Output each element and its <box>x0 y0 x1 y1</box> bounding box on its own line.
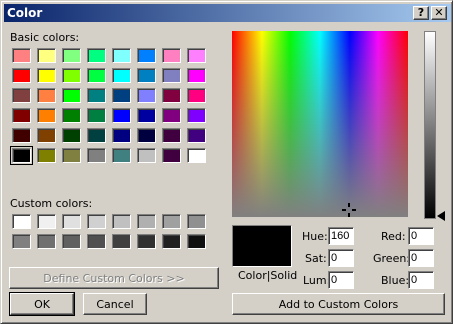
basic-color-swatch[interactable] <box>37 148 56 163</box>
basic-color-swatch[interactable] <box>187 128 206 143</box>
luminosity-slider[interactable] <box>424 31 436 219</box>
custom-color-swatch[interactable] <box>87 214 106 229</box>
basic-color-swatch[interactable] <box>162 88 181 103</box>
red-label: Red: <box>381 230 406 243</box>
basic-color-swatch[interactable] <box>37 88 56 103</box>
custom-color-swatch[interactable] <box>137 234 156 249</box>
custom-color-swatch[interactable] <box>112 214 131 229</box>
green-input[interactable]: 0 <box>408 249 434 267</box>
basic-color-swatch[interactable] <box>12 88 31 103</box>
basic-color-swatch[interactable] <box>62 108 81 123</box>
crosshair-icon <box>342 203 356 217</box>
custom-color-swatch[interactable] <box>187 234 206 249</box>
basic-color-swatch[interactable] <box>12 108 31 123</box>
custom-color-swatch[interactable] <box>37 214 56 229</box>
window-title: Color <box>7 6 43 20</box>
hue-label: Hue: <box>302 230 328 243</box>
basic-color-swatch[interactable] <box>162 108 181 123</box>
basic-color-swatch[interactable] <box>112 108 131 123</box>
basic-color-swatch[interactable] <box>87 48 106 63</box>
basic-color-swatch[interactable] <box>137 148 156 163</box>
add-to-custom-colors-button[interactable]: Add to Custom Colors <box>232 293 445 315</box>
basic-color-swatch[interactable] <box>162 68 181 83</box>
luminosity-arrow-icon[interactable] <box>437 211 445 221</box>
sat-label: Sat: <box>305 252 327 265</box>
basic-colors-label: Basic colors: <box>10 31 80 44</box>
basic-color-swatch[interactable] <box>162 128 181 143</box>
help-button[interactable]: ? <box>413 6 429 20</box>
lum-label: Lum: <box>303 274 331 287</box>
basic-color-swatch[interactable] <box>187 48 206 63</box>
green-label: Green: <box>373 252 411 265</box>
basic-color-swatch[interactable] <box>112 128 131 143</box>
basic-color-swatch[interactable] <box>87 148 106 163</box>
custom-color-swatch[interactable] <box>187 214 206 229</box>
blue-label: Blue: <box>381 274 410 287</box>
basic-color-swatch[interactable] <box>112 48 131 63</box>
title-bar[interactable]: Color ? ✕ <box>4 4 451 22</box>
basic-color-swatch[interactable] <box>87 128 106 143</box>
basic-color-swatch[interactable] <box>112 88 131 103</box>
basic-color-swatch[interactable] <box>62 48 81 63</box>
basic-color-swatch[interactable] <box>87 108 106 123</box>
basic-color-swatch[interactable] <box>187 68 206 83</box>
basic-color-swatch[interactable] <box>137 68 156 83</box>
ok-button[interactable]: OK <box>9 292 75 316</box>
color-solid-label: Color|Solid <box>238 269 298 282</box>
basic-color-swatch[interactable] <box>87 68 106 83</box>
custom-color-swatch[interactable] <box>62 214 81 229</box>
color-spectrum[interactable] <box>232 31 408 217</box>
custom-color-swatch[interactable] <box>87 234 106 249</box>
basic-color-swatch[interactable] <box>37 108 56 123</box>
lum-input[interactable]: 0 <box>328 271 354 289</box>
cancel-button[interactable]: Cancel <box>83 293 147 315</box>
basic-color-swatch[interactable] <box>62 88 81 103</box>
basic-color-swatch[interactable] <box>12 68 31 83</box>
basic-color-swatch[interactable] <box>62 68 81 83</box>
basic-color-swatch[interactable] <box>187 88 206 103</box>
sat-input[interactable]: 0 <box>328 249 354 267</box>
basic-color-swatch[interactable] <box>137 108 156 123</box>
basic-color-swatch[interactable] <box>62 148 81 163</box>
custom-color-swatch[interactable] <box>162 214 181 229</box>
basic-colors-grid <box>10 48 206 165</box>
define-custom-colors-button[interactable]: Define Custom Colors >> <box>9 267 219 289</box>
custom-colors-label: Custom colors: <box>10 197 93 210</box>
basic-color-swatch[interactable] <box>12 48 31 63</box>
basic-color-swatch[interactable] <box>162 148 181 163</box>
basic-color-swatch[interactable] <box>37 128 56 143</box>
custom-color-swatch[interactable] <box>162 234 181 249</box>
color-preview <box>232 225 292 267</box>
blue-input[interactable]: 0 <box>408 271 434 289</box>
basic-color-swatch[interactable] <box>87 88 106 103</box>
hue-input[interactable]: 160 <box>328 227 354 245</box>
basic-color-swatch[interactable] <box>37 68 56 83</box>
custom-color-swatch[interactable] <box>137 214 156 229</box>
basic-color-swatch[interactable] <box>187 148 206 163</box>
red-input[interactable]: 0 <box>408 227 434 245</box>
basic-color-swatch[interactable] <box>162 48 181 63</box>
custom-color-swatch[interactable] <box>12 214 31 229</box>
custom-color-swatch[interactable] <box>37 234 56 249</box>
basic-color-swatch[interactable] <box>12 128 31 143</box>
custom-colors-grid <box>12 214 206 249</box>
custom-color-swatch[interactable] <box>12 234 31 249</box>
basic-color-swatch[interactable] <box>137 128 156 143</box>
color-dialog: Color ? ✕ Basic colors: Custom colors: D… <box>0 0 453 324</box>
basic-color-swatch[interactable] <box>187 108 206 123</box>
basic-color-swatch[interactable] <box>37 48 56 63</box>
basic-color-swatch[interactable] <box>112 68 131 83</box>
custom-color-swatch[interactable] <box>112 234 131 249</box>
basic-color-swatch[interactable] <box>10 146 33 165</box>
basic-color-swatch[interactable] <box>137 88 156 103</box>
basic-color-swatch[interactable] <box>112 148 131 163</box>
basic-color-swatch[interactable] <box>62 128 81 143</box>
basic-color-swatch[interactable] <box>137 48 156 63</box>
custom-color-swatch[interactable] <box>62 234 81 249</box>
close-button[interactable]: ✕ <box>431 6 447 20</box>
